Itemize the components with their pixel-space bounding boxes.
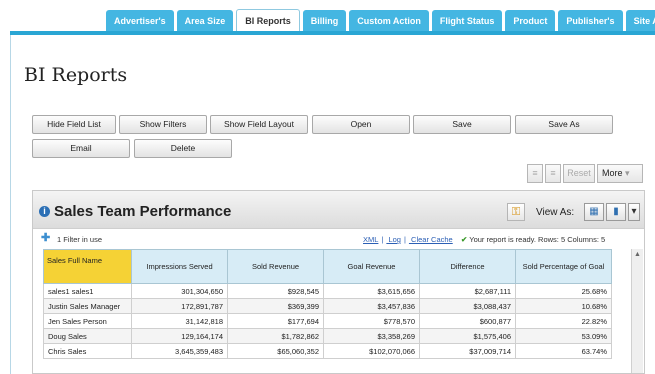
cell-sold-revenue: $65,060,352 bbox=[227, 343, 324, 359]
cell-impressions: 172,891,787 bbox=[131, 298, 228, 314]
cell-sold-revenue: $928,545 bbox=[227, 283, 324, 299]
table-row: sales1 sales1 301,304,650 $928,545 $3,61… bbox=[43, 283, 612, 299]
report-header: i Sales Team Performance ⚿ View As: ▦ ▮ … bbox=[33, 191, 644, 229]
cell-impressions: 301,304,650 bbox=[131, 283, 228, 299]
cell-percentage: 63.74% bbox=[515, 343, 612, 359]
tab-product[interactable]: Product bbox=[505, 10, 556, 32]
report-ready-status: ✔ Your report is ready. Rows: 5 Columns:… bbox=[461, 235, 605, 244]
column-header[interactable]: Goal Revenue bbox=[323, 249, 420, 284]
cell-percentage: 25.68% bbox=[515, 283, 612, 299]
table-row: Jen Sales Person 31,142,818 $177,694 $77… bbox=[43, 313, 612, 329]
cell-difference: $1,575,406 bbox=[419, 328, 516, 344]
status-text: Your report is ready. bbox=[469, 235, 536, 244]
align-right-icon[interactable]: ≡ bbox=[545, 164, 561, 183]
tab-advertisers[interactable]: Advertiser's bbox=[106, 10, 174, 32]
reset-button[interactable]: Reset bbox=[563, 164, 595, 183]
report-title: Sales Team Performance bbox=[54, 203, 232, 220]
tab-area-size[interactable]: Area Size bbox=[176, 10, 234, 32]
xml-link[interactable]: XML bbox=[363, 235, 378, 244]
table-scrollbar[interactable]: ▲ bbox=[631, 249, 643, 373]
checkmark-icon: ✔ bbox=[461, 235, 468, 244]
cell-percentage: 22.82% bbox=[515, 313, 612, 329]
cell-goal-revenue: $778,570 bbox=[323, 313, 420, 329]
info-icon[interactable]: i bbox=[39, 206, 50, 217]
cell-sold-revenue: $1,782,862 bbox=[227, 328, 324, 344]
scroll-up-icon[interactable]: ▲ bbox=[634, 251, 641, 258]
cell-goal-revenue: $3,358,269 bbox=[323, 328, 420, 344]
show-field-layout-button[interactable]: Show Field Layout bbox=[210, 115, 308, 134]
cell-difference: $600,877 bbox=[419, 313, 516, 329]
save-button[interactable]: Save bbox=[413, 115, 511, 134]
report-panel: i Sales Team Performance ⚿ View As: ▦ ▮ … bbox=[32, 190, 645, 374]
report-links: XML | Log | Clear Cache bbox=[363, 235, 456, 244]
report-table: Sales Full Name Impressions Served Sold … bbox=[43, 249, 612, 359]
hide-field-list-button[interactable]: Hide Field List bbox=[32, 115, 116, 134]
cell-name: sales1 sales1 bbox=[43, 283, 132, 299]
more-menu-button[interactable]: More ▾ bbox=[597, 164, 643, 183]
tab-publishers[interactable]: Publisher's bbox=[558, 10, 623, 32]
view-dropdown-icon[interactable]: ▾ bbox=[628, 203, 640, 221]
cell-sold-revenue: $369,399 bbox=[227, 298, 324, 314]
tab-billing[interactable]: Billing bbox=[302, 10, 347, 32]
cell-percentage: 53.09% bbox=[515, 328, 612, 344]
column-header[interactable]: Sold Percentage of Goal bbox=[515, 249, 612, 284]
rows-count: Rows: 5 bbox=[538, 235, 566, 244]
link-separator: | bbox=[381, 235, 384, 244]
align-left-icon[interactable]: ≡ bbox=[527, 164, 543, 183]
report-mini-toolbar: ≡ ≡ Reset More ▾ bbox=[527, 164, 643, 183]
table-row: Doug Sales 129,164,174 $1,782,862 $3,358… bbox=[43, 328, 612, 344]
view-as-label: View As: bbox=[536, 207, 575, 218]
email-button[interactable]: Email bbox=[32, 139, 130, 158]
cell-impressions: 129,164,174 bbox=[131, 328, 228, 344]
delete-button[interactable]: Delete bbox=[134, 139, 232, 158]
tab-site[interactable]: Site A bbox=[625, 10, 655, 32]
cell-impressions: 31,142,818 bbox=[131, 313, 228, 329]
tab-custom-action[interactable]: Custom Action bbox=[349, 10, 429, 32]
top-tab-bar: Advertiser's Area Size BI Reports Billin… bbox=[0, 0, 655, 35]
cell-percentage: 10.68% bbox=[515, 298, 612, 314]
more-label: More bbox=[602, 168, 623, 178]
cell-name: Chris Sales bbox=[43, 343, 132, 359]
column-header[interactable]: Sold Revenue bbox=[227, 249, 324, 284]
show-filters-button[interactable]: Show Filters bbox=[119, 115, 207, 134]
table-row: Chris Sales 3,645,359,483 $65,060,352 $1… bbox=[43, 343, 612, 359]
cell-difference: $2,687,111 bbox=[419, 283, 516, 299]
cell-difference: $3,088,437 bbox=[419, 298, 516, 314]
table-header-row: Sales Full Name Impressions Served Sold … bbox=[43, 249, 612, 284]
column-header[interactable]: Difference bbox=[419, 249, 516, 284]
column-header[interactable]: Sales Full Name bbox=[43, 249, 132, 284]
page-title: BI Reports bbox=[24, 64, 128, 86]
table-row: Justin Sales Manager 172,891,787 $369,39… bbox=[43, 298, 612, 314]
clear-cache-link[interactable]: Clear Cache bbox=[411, 235, 453, 244]
chevron-down-icon: ▾ bbox=[625, 168, 630, 178]
key-icon[interactable]: ⚿ bbox=[507, 203, 525, 221]
tab-flight-status[interactable]: Flight Status bbox=[431, 10, 503, 32]
table-view-icon[interactable]: ▦ bbox=[584, 203, 604, 221]
cell-goal-revenue: $3,457,836 bbox=[323, 298, 420, 314]
cell-difference: $37,009,714 bbox=[419, 343, 516, 359]
cell-sold-revenue: $177,694 bbox=[227, 313, 324, 329]
cell-name: Doug Sales bbox=[43, 328, 132, 344]
cell-name: Jen Sales Person bbox=[43, 313, 132, 329]
log-link[interactable]: Log bbox=[388, 235, 401, 244]
report-status-row: ✚ 1 Filter in use XML | Log | Clear Cache … bbox=[33, 231, 644, 247]
filter-count: 1 Filter in use bbox=[57, 235, 103, 244]
open-button[interactable]: Open bbox=[312, 115, 410, 134]
column-header[interactable]: Impressions Served bbox=[131, 249, 228, 284]
add-filter-icon[interactable]: ✚ bbox=[41, 233, 50, 244]
cell-impressions: 3,645,359,483 bbox=[131, 343, 228, 359]
columns-count: Columns: 5 bbox=[567, 235, 606, 244]
save-as-button[interactable]: Save As bbox=[515, 115, 613, 134]
cell-name: Justin Sales Manager bbox=[43, 298, 132, 314]
chart-view-icon[interactable]: ▮ bbox=[606, 203, 626, 221]
cell-goal-revenue: $3,615,656 bbox=[323, 283, 420, 299]
link-separator: | bbox=[403, 235, 406, 244]
cell-goal-revenue: $102,070,066 bbox=[323, 343, 420, 359]
